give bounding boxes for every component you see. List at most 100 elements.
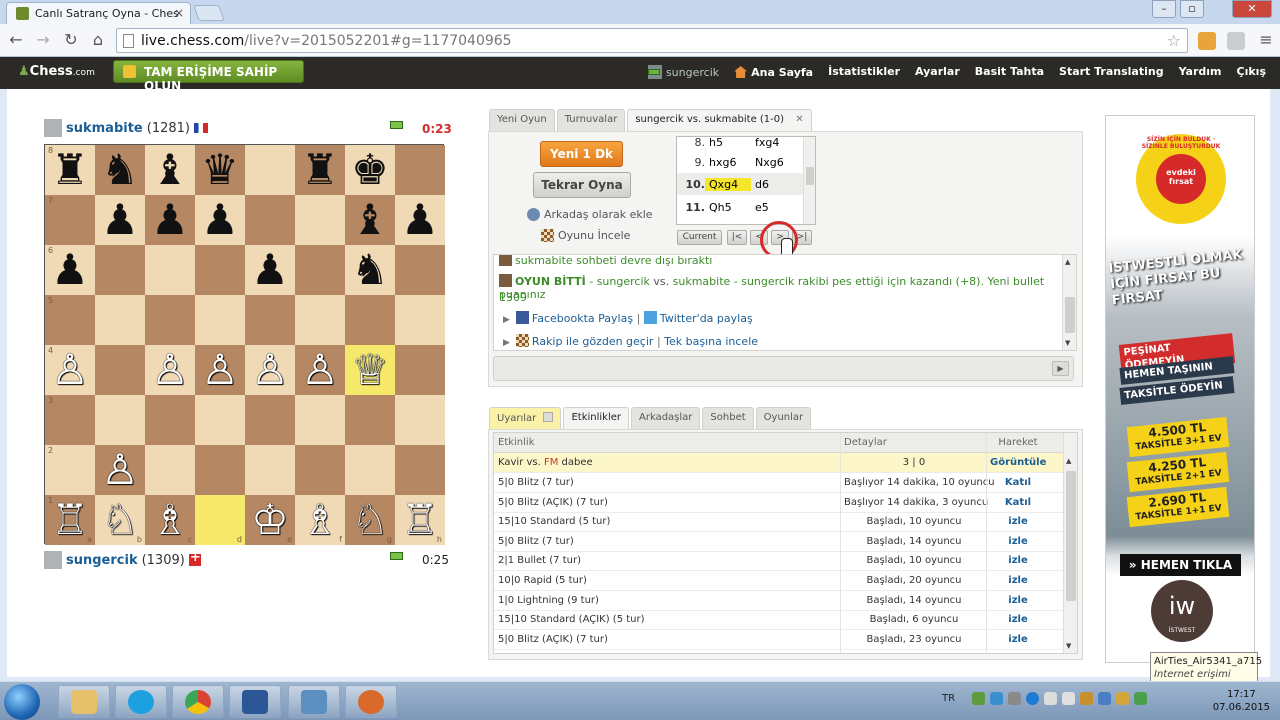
square-h6[interactable]	[395, 245, 445, 295]
nav-logout[interactable]: Çıkış	[1237, 65, 1266, 79]
square-a6[interactable]: 6 ♟	[45, 245, 95, 295]
square-e8[interactable]	[245, 145, 295, 195]
square-e1[interactable]: e ♔	[245, 495, 295, 545]
square-f1[interactable]: f ♗	[295, 495, 345, 545]
black-queen-icon[interactable]: ♛	[201, 149, 239, 191]
watch-link[interactable]: izle	[990, 634, 1046, 645]
square-g2[interactable]	[345, 445, 395, 495]
send-arrow-icon[interactable]: ▶	[1052, 361, 1069, 376]
table-row[interactable]: 5|0 Blitz (7 tur) Başladı, 14 oyuncu izle	[494, 532, 1063, 552]
table-row[interactable]: 1|0 Lightning (9 tur) Başladı, 14 oyuncu i…	[494, 591, 1063, 611]
bookmark-star-icon[interactable]: ☆	[1167, 31, 1181, 50]
taskbar-photos[interactable]	[288, 685, 340, 718]
menu-icon[interactable]: ≡	[1256, 30, 1276, 50]
square-c4[interactable]: ♙	[145, 345, 195, 395]
tab-events[interactable]: Etkinlikler	[563, 407, 630, 429]
white-pawn-icon[interactable]: ♙	[101, 449, 139, 491]
square-b2[interactable]: ♙	[95, 445, 145, 495]
taskbar-explorer[interactable]	[58, 685, 110, 718]
black-bishop-icon[interactable]: ♝	[351, 199, 389, 241]
square-f2[interactable]	[295, 445, 345, 495]
popout-icon[interactable]	[543, 412, 554, 422]
close-window-button[interactable]: ✕	[1232, 0, 1272, 18]
black-rook-icon[interactable]: ♜	[51, 149, 89, 191]
chat-scrollbar[interactable]: ▲ ▼	[1062, 255, 1076, 350]
nav-help[interactable]: Yardım	[1179, 65, 1222, 79]
white-pawn-icon[interactable]: ♙	[51, 349, 89, 391]
maximize-button[interactable]: ▫	[1180, 0, 1204, 18]
black-pawn-icon[interactable]: ♟	[101, 199, 139, 241]
new-tab-button[interactable]	[193, 5, 225, 21]
black-pawn-icon[interactable]: ♟	[201, 199, 239, 241]
square-a7[interactable]: 7	[45, 195, 95, 245]
black-move[interactable]: fxg4	[751, 137, 797, 149]
nav-settings[interactable]: Ayarlar	[915, 65, 960, 79]
nav-home[interactable]: Ana Sayfa	[734, 65, 813, 79]
table-row[interactable]: 5|0 Blitz (7 tur) Başlıyor 14 dakika, 10 …	[494, 473, 1063, 493]
square-a2[interactable]: 2	[45, 445, 95, 495]
table-row[interactable]: 10|0 Rapid (5 tur) Başladı, 20 oyuncu izle	[494, 571, 1063, 591]
white-king-icon[interactable]: ♔	[251, 499, 289, 541]
square-a5[interactable]: 5	[45, 295, 95, 345]
move-list-scrollbar[interactable]	[803, 137, 815, 224]
square-b3[interactable]	[95, 395, 145, 445]
white-knight-icon[interactable]: ♘	[101, 499, 139, 541]
white-pawn-icon[interactable]: ♙	[301, 349, 339, 391]
white-pawn-icon[interactable]: ♙	[151, 349, 189, 391]
square-h8[interactable]	[395, 145, 445, 195]
join-link[interactable]: Katıl	[990, 497, 1046, 508]
advertisement[interactable]: SİZİN İÇİN BULDUK · SİZİNLE BULUŞTURDUK …	[1105, 115, 1255, 663]
square-g8[interactable]: ♚	[345, 145, 395, 195]
square-d6[interactable]	[195, 245, 245, 295]
address-bar[interactable]: live.chess.com/live?v=2015052201#g=11770…	[116, 28, 1188, 53]
tab-alerts[interactable]: Uyarılar	[489, 407, 562, 429]
watch-link[interactable]: izle	[990, 536, 1046, 547]
scroll-down-icon[interactable]: ▼	[1066, 642, 1071, 650]
square-a8[interactable]: 8 ♜	[45, 145, 95, 195]
white-move[interactable]: hxg6	[705, 156, 751, 169]
tab-current-game[interactable]: sungercik vs. sukmabite (1-0) ✕	[627, 109, 812, 131]
ad-cta-button[interactable]: » HEMEN TIKLA	[1120, 554, 1241, 576]
white-knight-icon[interactable]: ♘	[351, 499, 389, 541]
black-knight-icon[interactable]: ♞	[351, 249, 389, 291]
white-rook-icon[interactable]: ♖	[51, 499, 89, 541]
white-bishop-icon[interactable]: ♗	[151, 499, 189, 541]
move-list[interactable]: 8. h5 fxg4 9. hxg6 Nxg6 10. Qxg4 d6 11. Qh5 e5	[676, 136, 816, 225]
events-scrollbar[interactable]: ▲ ▼	[1063, 433, 1077, 653]
scrollbar-thumb[interactable]	[1066, 471, 1076, 601]
square-b5[interactable]	[95, 295, 145, 345]
square-h2[interactable]	[395, 445, 445, 495]
square-f3[interactable]	[295, 395, 345, 445]
square-a1[interactable]: 1 a ♖	[45, 495, 95, 545]
scroll-down-icon[interactable]: ▼	[1065, 339, 1070, 347]
square-b7[interactable]: ♟	[95, 195, 145, 245]
square-d8[interactable]: ♛	[195, 145, 245, 195]
square-c7[interactable]: ♟	[145, 195, 195, 245]
square-c8[interactable]: ♝	[145, 145, 195, 195]
black-pawn-icon[interactable]: ♟	[51, 249, 89, 291]
tab-new-game[interactable]: Yeni Oyun	[489, 109, 555, 131]
square-d4[interactable]: ♙	[195, 345, 245, 395]
flag-icon[interactable]	[1044, 692, 1058, 705]
square-g5[interactable]	[345, 295, 395, 345]
square-f6[interactable]	[295, 245, 345, 295]
black-pawn-icon[interactable]: ♟	[401, 199, 439, 241]
black-king-icon[interactable]: ♚	[351, 149, 389, 191]
player-name[interactable]: sungercik	[66, 553, 138, 568]
tab-games[interactable]: Oyunlar	[755, 407, 812, 429]
nav-simple-board[interactable]: Basit Tahta	[975, 65, 1044, 79]
facebook-share-link[interactable]: Facebookta Paylaş	[532, 312, 633, 325]
shield-extension-icon[interactable]	[1227, 32, 1245, 50]
watch-link[interactable]: izle	[990, 516, 1046, 527]
black-rook-icon[interactable]: ♜	[301, 149, 339, 191]
table-row[interactable]: 2|1 Bullet (7 tur) Başladı, 10 oyuncu izle	[494, 551, 1063, 572]
forward-arrow-icon[interactable]: →	[33, 30, 53, 50]
white-move-highlighted[interactable]: Qxg4	[705, 177, 751, 191]
table-row[interactable]: 15|10 Standard (AÇIK) (5 tur) Başladı, 6 …	[494, 610, 1063, 631]
square-c6[interactable]	[145, 245, 195, 295]
square-d3[interactable]	[195, 395, 245, 445]
tray-icon[interactable]	[1080, 692, 1094, 705]
square-e4[interactable]: ♙	[245, 345, 295, 395]
watch-link[interactable]: izle	[990, 575, 1046, 586]
square-f7[interactable]	[295, 195, 345, 245]
